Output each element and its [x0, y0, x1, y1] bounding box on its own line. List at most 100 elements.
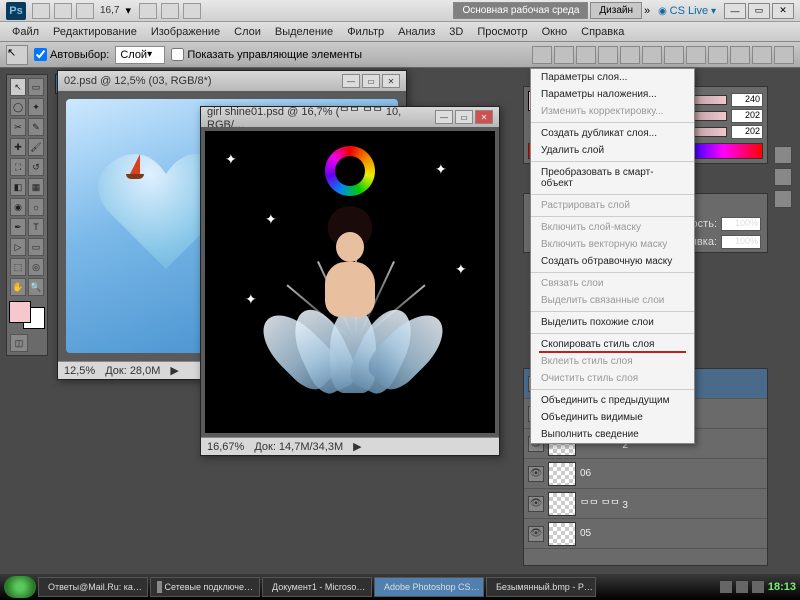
layer-row[interactable]: 👁05 [524, 519, 767, 549]
opacity-input[interactable]: 100% [721, 217, 761, 231]
distribute-icon[interactable] [730, 46, 750, 64]
title-icon-mb[interactable] [54, 3, 72, 19]
type-tool[interactable]: T [28, 218, 44, 236]
title-icon-br[interactable] [32, 3, 50, 19]
doc2-titlebar[interactable]: girl shine01.psd @ 16,7% (ᄆᄆ ᄆᄆ 10, RGB/… [201, 107, 499, 127]
workspace-main-button[interactable]: Основная рабочая среда [453, 2, 588, 19]
layer-thumb[interactable] [548, 492, 576, 516]
distribute-icon[interactable] [686, 46, 706, 64]
doc1-min[interactable]: — [342, 74, 360, 88]
tray-icon[interactable] [720, 581, 732, 593]
history-panel-icon[interactable] [774, 146, 792, 164]
autoselect-dropdown[interactable]: Слой ▾ [115, 46, 165, 64]
layer-thumb[interactable] [548, 522, 576, 546]
move-tool[interactable]: ↖ [10, 78, 26, 96]
taskbar-item[interactable]: Ответы@Mail.Ru: ка… [38, 577, 148, 597]
menu-image[interactable]: Изображение [145, 24, 226, 40]
context-menu-item[interactable]: Удалить слой [531, 142, 694, 159]
distribute-icon[interactable] [774, 46, 794, 64]
taskbar-item[interactable]: Сетевые подключе… [150, 577, 260, 597]
hand-tool[interactable]: ✋ [10, 278, 26, 296]
cslive-link[interactable]: ◉ CS Live ▾ [658, 5, 716, 17]
stamp-tool[interactable]: ⛶ [10, 158, 26, 176]
blur-tool[interactable]: ◉ [10, 198, 26, 216]
align-icon[interactable] [576, 46, 596, 64]
menu-layer[interactable]: Слои [228, 24, 267, 40]
color-swatches[interactable] [9, 301, 45, 329]
marquee-tool[interactable]: ▭ [28, 78, 44, 96]
shape-tool[interactable]: ▭ [28, 238, 44, 256]
layer-row[interactable]: 👁ᄆᄆ ᄆᄆ 3 [524, 489, 767, 519]
visibility-eye-icon[interactable]: 👁 [528, 466, 544, 482]
workspace-design-button[interactable]: Дизайн [590, 2, 642, 19]
view-icon-2[interactable] [161, 3, 179, 19]
autoselect-checkbox[interactable]: Автовыбор: [34, 48, 109, 61]
close-button[interactable]: ✕ [772, 3, 794, 19]
maximize-button[interactable]: ▭ [748, 3, 770, 19]
taskbar-item[interactable]: Безымянный.bmp - P… [486, 577, 596, 597]
char-panel-icon[interactable] [774, 190, 792, 208]
pen-tool[interactable]: ✒ [10, 218, 26, 236]
move-tool-icon[interactable]: ↖ [6, 45, 28, 65]
taskbar-item[interactable]: Adobe Photoshop CS… [374, 577, 484, 597]
layer-thumb[interactable] [548, 462, 576, 486]
show-controls-checkbox[interactable]: Показать управляющие элементы [171, 48, 362, 61]
menu-help[interactable]: Справка [575, 24, 630, 40]
menu-window[interactable]: Окно [536, 24, 574, 40]
wand-tool[interactable]: ✦ [28, 98, 44, 116]
workspace-more[interactable]: » [644, 5, 650, 17]
distribute-icon[interactable] [752, 46, 772, 64]
menu-edit[interactable]: Редактирование [47, 24, 143, 40]
align-icon[interactable] [620, 46, 640, 64]
doc2-docinfo[interactable]: Док: 14,7M/34,3M [254, 441, 343, 453]
menu-select[interactable]: Выделение [269, 24, 339, 40]
menu-view[interactable]: Просмотр [471, 24, 533, 40]
doc1-max[interactable]: ▭ [362, 74, 380, 88]
autoselect-check[interactable] [34, 48, 47, 61]
view-icon-1[interactable] [139, 3, 157, 19]
crop-tool[interactable]: ✂ [10, 118, 26, 136]
camera-tool[interactable]: ◎ [28, 258, 44, 276]
menu-filter[interactable]: Фильтр [341, 24, 390, 40]
zoom-tool[interactable]: 🔍 [28, 278, 44, 296]
distribute-icon[interactable] [708, 46, 728, 64]
dodge-tool[interactable]: ☼ [28, 198, 44, 216]
doc1-close[interactable]: ✕ [382, 74, 400, 88]
doc2-max[interactable]: ▭ [455, 110, 473, 124]
show-controls-check[interactable] [171, 48, 184, 61]
doc2-zoom[interactable]: 16,67% [207, 441, 244, 453]
eraser-tool[interactable]: ◧ [10, 178, 26, 196]
color-val-r[interactable]: 240 [731, 93, 763, 107]
start-button[interactable] [4, 576, 36, 598]
color-val-b[interactable]: 202 [731, 125, 763, 139]
doc1-zoom[interactable]: 12,5% [64, 365, 95, 377]
context-menu-item[interactable]: Объединить видимые [531, 409, 694, 426]
brush-tool[interactable]: 🖌 [28, 138, 44, 156]
taskbar-item[interactable]: Документ1 - Microso… [262, 577, 372, 597]
fill-input[interactable]: 100% [721, 235, 761, 249]
actions-panel-icon[interactable] [774, 168, 792, 186]
fg-color-swatch[interactable] [9, 301, 31, 323]
layer-row[interactable]: 👁06 [524, 459, 767, 489]
align-icon[interactable] [554, 46, 574, 64]
eyedropper-tool[interactable]: ✎ [28, 118, 44, 136]
context-menu-item[interactable]: Объединить с предыдущим [531, 392, 694, 409]
heal-tool[interactable]: ✚ [10, 138, 26, 156]
context-menu-item[interactable]: Скопировать стиль слоя [531, 336, 694, 353]
menu-file[interactable]: Файл [6, 24, 45, 40]
doc2-close[interactable]: ✕ [475, 110, 493, 124]
distribute-icon[interactable] [664, 46, 684, 64]
doc2-canvas[interactable]: ✦ ✦ ✦ ✦ ✦ [201, 127, 499, 437]
context-menu-item[interactable]: Выделить похожие слои [531, 314, 694, 331]
context-menu-item[interactable]: Преобразовать в смарт-объект [531, 164, 694, 192]
3d-tool[interactable]: ⬚ [10, 258, 26, 276]
minimize-button[interactable]: — [724, 3, 746, 19]
context-menu-item[interactable]: Создать дубликат слоя... [531, 125, 694, 142]
clock[interactable]: 18:13 [768, 581, 796, 593]
context-menu-item[interactable]: Параметры наложения... [531, 86, 694, 103]
title-zoom[interactable]: 16,7 [100, 5, 119, 16]
menu-3d[interactable]: 3D [443, 24, 469, 40]
view-icon-3[interactable] [183, 3, 201, 19]
gradient-tool[interactable]: ▦ [28, 178, 44, 196]
doc1-titlebar[interactable]: 02.psd @ 12,5% (03, RGB/8*) — ▭ ✕ [58, 71, 406, 91]
